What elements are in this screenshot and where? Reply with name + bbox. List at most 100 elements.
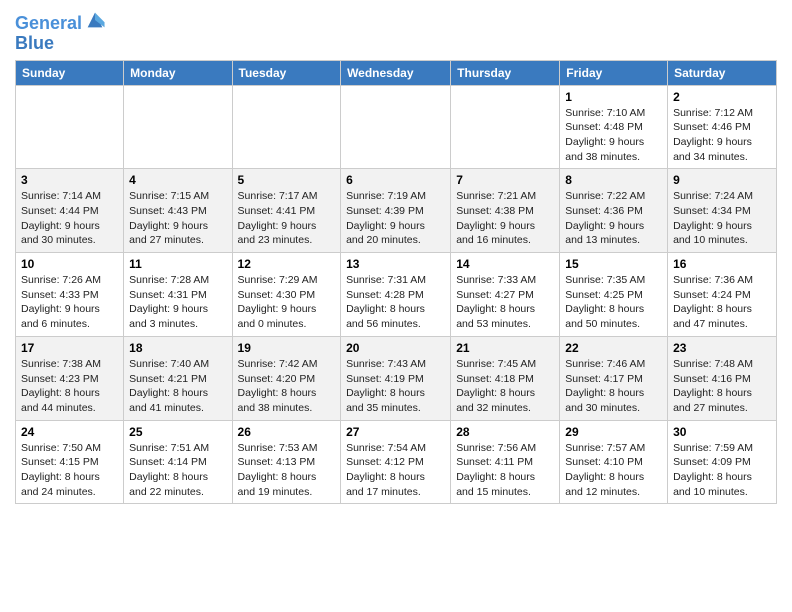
day-number: 25 xyxy=(129,425,226,439)
calendar-cell: 21 Sunrise: 7:45 AM Sunset: 4:18 PM Dayli… xyxy=(451,336,560,420)
day-number: 1 xyxy=(565,90,662,104)
day-number: 12 xyxy=(238,257,336,271)
calendar-cell: 28 Sunrise: 7:56 AM Sunset: 4:11 PM Dayli… xyxy=(451,420,560,504)
day-info: Sunrise: 7:10 AM Sunset: 4:48 PM Dayligh… xyxy=(565,106,662,165)
calendar-cell: 16 Sunrise: 7:36 AM Sunset: 4:24 PM Dayli… xyxy=(668,253,777,337)
day-info: Sunrise: 7:42 AM Sunset: 4:20 PM Dayligh… xyxy=(238,357,336,416)
day-of-week-header: Thursday xyxy=(451,60,560,85)
day-info: Sunrise: 7:26 AM Sunset: 4:33 PM Dayligh… xyxy=(21,273,118,332)
day-info: Sunrise: 7:48 AM Sunset: 4:16 PM Dayligh… xyxy=(673,357,771,416)
calendar-cell: 13 Sunrise: 7:31 AM Sunset: 4:28 PM Dayli… xyxy=(341,253,451,337)
logo: General Blue xyxy=(15,14,106,54)
day-info: Sunrise: 7:12 AM Sunset: 4:46 PM Dayligh… xyxy=(673,106,771,165)
day-number: 16 xyxy=(673,257,771,271)
day-number: 13 xyxy=(346,257,445,271)
day-info: Sunrise: 7:59 AM Sunset: 4:09 PM Dayligh… xyxy=(673,441,771,500)
day-info: Sunrise: 7:33 AM Sunset: 4:27 PM Dayligh… xyxy=(456,273,554,332)
calendar-cell: 8 Sunrise: 7:22 AM Sunset: 4:36 PM Daylig… xyxy=(560,169,668,253)
calendar-cell: 29 Sunrise: 7:57 AM Sunset: 4:10 PM Dayli… xyxy=(560,420,668,504)
calendar-week-row: 10Sunrise: 7:26 AM Sunset: 4:33 PM Dayli… xyxy=(16,253,777,337)
calendar-week-row: 3 Sunrise: 7:14 AM Sunset: 4:44 PM Daylig… xyxy=(16,169,777,253)
day-info: Sunrise: 7:57 AM Sunset: 4:10 PM Dayligh… xyxy=(565,441,662,500)
day-info: Sunrise: 7:29 AM Sunset: 4:30 PM Dayligh… xyxy=(238,273,336,332)
calendar-cell: 17 Sunrise: 7:38 AM Sunset: 4:23 PM Dayli… xyxy=(16,336,124,420)
calendar-cell xyxy=(232,85,341,169)
calendar-cell: 2 Sunrise: 7:12 AM Sunset: 4:46 PM Daylig… xyxy=(668,85,777,169)
calendar-cell: 9 Sunrise: 7:24 AM Sunset: 4:34 PM Daylig… xyxy=(668,169,777,253)
day-of-week-header: Tuesday xyxy=(232,60,341,85)
day-number: 4 xyxy=(129,173,226,187)
day-info: Sunrise: 7:28 AM Sunset: 4:31 PM Dayligh… xyxy=(129,273,226,332)
day-number: 8 xyxy=(565,173,662,187)
calendar-cell: 24 Sunrise: 7:50 AM Sunset: 4:15 PM Dayli… xyxy=(16,420,124,504)
day-info: Sunrise: 7:50 AM Sunset: 4:15 PM Dayligh… xyxy=(21,441,118,500)
calendar-cell xyxy=(124,85,232,169)
day-number: 7 xyxy=(456,173,554,187)
day-info: Sunrise: 7:17 AM Sunset: 4:41 PM Dayligh… xyxy=(238,189,336,248)
calendar-cell: 12 Sunrise: 7:29 AM Sunset: 4:30 PM Dayli… xyxy=(232,253,341,337)
day-number: 3 xyxy=(21,173,118,187)
calendar-cell xyxy=(16,85,124,169)
day-of-week-header: Saturday xyxy=(668,60,777,85)
day-info: Sunrise: 7:51 AM Sunset: 4:14 PM Dayligh… xyxy=(129,441,226,500)
day-info: Sunrise: 7:40 AM Sunset: 4:21 PM Dayligh… xyxy=(129,357,226,416)
calendar-cell: 6 Sunrise: 7:19 AM Sunset: 4:39 PM Daylig… xyxy=(341,169,451,253)
calendar-cell: 18 Sunrise: 7:40 AM Sunset: 4:21 PM Dayli… xyxy=(124,336,232,420)
day-info: Sunrise: 7:56 AM Sunset: 4:11 PM Dayligh… xyxy=(456,441,554,500)
calendar-cell: 1 Sunrise: 7:10 AM Sunset: 4:48 PM Daylig… xyxy=(560,85,668,169)
day-info: Sunrise: 7:54 AM Sunset: 4:12 PM Dayligh… xyxy=(346,441,445,500)
day-info: Sunrise: 7:31 AM Sunset: 4:28 PM Dayligh… xyxy=(346,273,445,332)
day-number: 11 xyxy=(129,257,226,271)
day-number: 14 xyxy=(456,257,554,271)
day-number: 21 xyxy=(456,341,554,355)
calendar-cell: 10Sunrise: 7:26 AM Sunset: 4:33 PM Dayli… xyxy=(16,253,124,337)
day-number: 9 xyxy=(673,173,771,187)
calendar-cell: 15 Sunrise: 7:35 AM Sunset: 4:25 PM Dayli… xyxy=(560,253,668,337)
calendar-cell: 22Sunrise: 7:46 AM Sunset: 4:17 PM Dayli… xyxy=(560,336,668,420)
logo-icon xyxy=(84,9,106,31)
day-number: 23 xyxy=(673,341,771,355)
calendar-cell: 25 Sunrise: 7:51 AM Sunset: 4:14 PM Dayli… xyxy=(124,420,232,504)
day-info: Sunrise: 7:15 AM Sunset: 4:43 PM Dayligh… xyxy=(129,189,226,248)
day-of-week-header: Sunday xyxy=(16,60,124,85)
day-number: 24 xyxy=(21,425,118,439)
calendar-cell xyxy=(451,85,560,169)
header: General Blue xyxy=(15,10,777,54)
day-info: Sunrise: 7:14 AM Sunset: 4:44 PM Dayligh… xyxy=(21,189,118,248)
calendar-week-row: 17 Sunrise: 7:38 AM Sunset: 4:23 PM Dayli… xyxy=(16,336,777,420)
calendar-cell: 27Sunrise: 7:54 AM Sunset: 4:12 PM Dayli… xyxy=(341,420,451,504)
day-number: 28 xyxy=(456,425,554,439)
day-number: 18 xyxy=(129,341,226,355)
day-number: 20 xyxy=(346,341,445,355)
day-number: 29 xyxy=(565,425,662,439)
day-number: 6 xyxy=(346,173,445,187)
day-info: Sunrise: 7:36 AM Sunset: 4:24 PM Dayligh… xyxy=(673,273,771,332)
page-container: General Blue SundayMondayTuesdayWednesda… xyxy=(0,0,792,509)
calendar-cell: 30 Sunrise: 7:59 AM Sunset: 4:09 PM Dayli… xyxy=(668,420,777,504)
calendar-week-row: 1 Sunrise: 7:10 AM Sunset: 4:48 PM Daylig… xyxy=(16,85,777,169)
day-number: 30 xyxy=(673,425,771,439)
day-number: 2 xyxy=(673,90,771,104)
day-info: Sunrise: 7:24 AM Sunset: 4:34 PM Dayligh… xyxy=(673,189,771,248)
day-number: 26 xyxy=(238,425,336,439)
day-info: Sunrise: 7:53 AM Sunset: 4:13 PM Dayligh… xyxy=(238,441,336,500)
calendar-cell: 7 Sunrise: 7:21 AM Sunset: 4:38 PM Daylig… xyxy=(451,169,560,253)
day-of-week-header: Friday xyxy=(560,60,668,85)
calendar-week-row: 24 Sunrise: 7:50 AM Sunset: 4:15 PM Dayli… xyxy=(16,420,777,504)
day-number: 17 xyxy=(21,341,118,355)
calendar-cell: 26 Sunrise: 7:53 AM Sunset: 4:13 PM Dayli… xyxy=(232,420,341,504)
day-info: Sunrise: 7:19 AM Sunset: 4:39 PM Dayligh… xyxy=(346,189,445,248)
day-info: Sunrise: 7:38 AM Sunset: 4:23 PM Dayligh… xyxy=(21,357,118,416)
day-number: 22 xyxy=(565,341,662,355)
day-info: Sunrise: 7:22 AM Sunset: 4:36 PM Dayligh… xyxy=(565,189,662,248)
day-info: Sunrise: 7:45 AM Sunset: 4:18 PM Dayligh… xyxy=(456,357,554,416)
calendar-cell: 14 Sunrise: 7:33 AM Sunset: 4:27 PM Dayli… xyxy=(451,253,560,337)
day-info: Sunrise: 7:21 AM Sunset: 4:38 PM Dayligh… xyxy=(456,189,554,248)
day-info: Sunrise: 7:43 AM Sunset: 4:19 PM Dayligh… xyxy=(346,357,445,416)
calendar-cell: 5 Sunrise: 7:17 AM Sunset: 4:41 PM Daylig… xyxy=(232,169,341,253)
day-info: Sunrise: 7:35 AM Sunset: 4:25 PM Dayligh… xyxy=(565,273,662,332)
day-number: 15 xyxy=(565,257,662,271)
day-number: 5 xyxy=(238,173,336,187)
day-of-week-header: Monday xyxy=(124,60,232,85)
calendar-table: SundayMondayTuesdayWednesdayThursdayFrid… xyxy=(15,60,777,505)
